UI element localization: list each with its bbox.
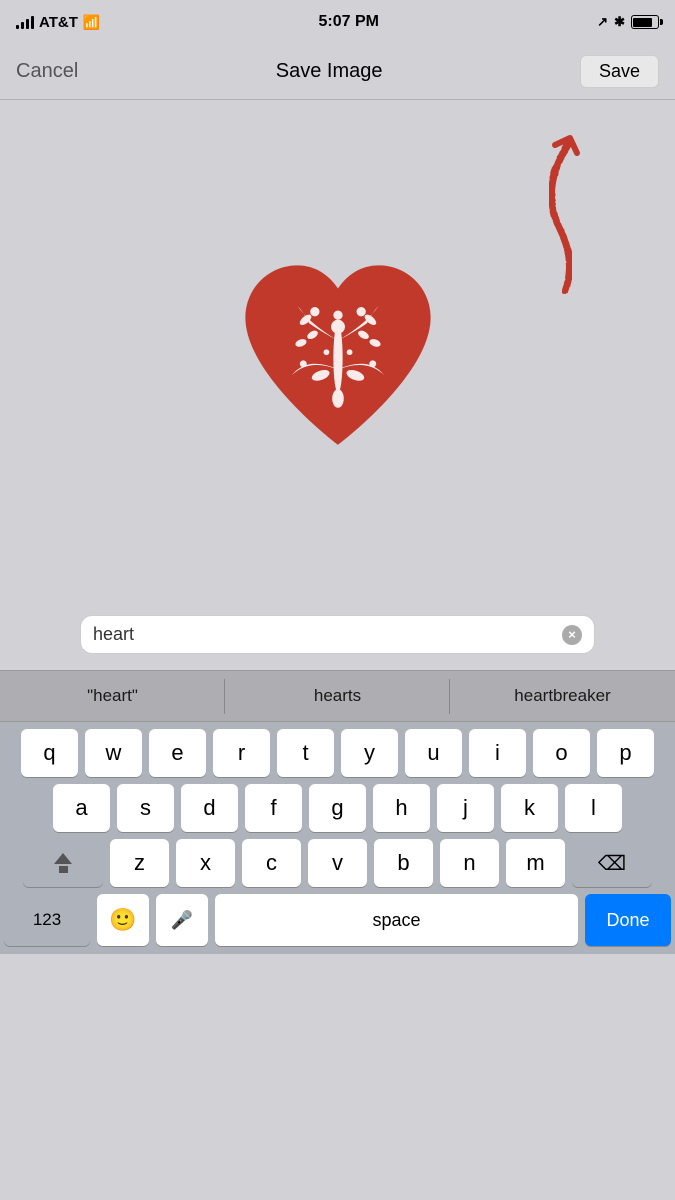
key-v[interactable]: v bbox=[308, 839, 367, 887]
key-w[interactable]: w bbox=[85, 729, 142, 777]
main-content: heart × bbox=[0, 100, 675, 670]
mic-icon: 🎤 bbox=[171, 910, 193, 931]
done-key[interactable]: Done bbox=[585, 894, 671, 946]
key-x[interactable]: x bbox=[176, 839, 235, 887]
key-b[interactable]: b bbox=[374, 839, 433, 887]
key-l[interactable]: l bbox=[565, 784, 622, 832]
suggestion-hearts-label: hearts bbox=[314, 686, 361, 706]
key-q[interactable]: q bbox=[21, 729, 78, 777]
key-h[interactable]: h bbox=[373, 784, 430, 832]
key-y[interactable]: y bbox=[341, 729, 398, 777]
shift-rect bbox=[59, 866, 68, 873]
done-label: Done bbox=[606, 910, 649, 931]
emoji-key[interactable]: 🙂 bbox=[97, 894, 149, 946]
signal-icon bbox=[16, 16, 34, 29]
shift-key[interactable] bbox=[23, 839, 103, 887]
nav-bar: Cancel Save Image Save bbox=[0, 44, 675, 100]
key-f[interactable]: f bbox=[245, 784, 302, 832]
key-j[interactable]: j bbox=[437, 784, 494, 832]
suggestion-heartbreaker[interactable]: heartbreaker bbox=[450, 671, 675, 721]
key-z[interactable]: z bbox=[110, 839, 169, 887]
suggestion-exact-label: "heart" bbox=[87, 686, 138, 706]
heart-image bbox=[218, 248, 458, 468]
bluetooth-icon: ✱ bbox=[614, 14, 625, 30]
cancel-button[interactable]: Cancel bbox=[16, 60, 78, 83]
key-e[interactable]: e bbox=[149, 729, 206, 777]
key-t[interactable]: t bbox=[277, 729, 334, 777]
save-button[interactable]: Save bbox=[580, 55, 659, 88]
battery-icon bbox=[631, 15, 659, 29]
status-bar: AT&T 📶 5:07 PM ↗ ✱ bbox=[0, 0, 675, 44]
delete-icon: ⌫ bbox=[598, 851, 626, 876]
numbers-label: 123 bbox=[33, 910, 61, 930]
key-d[interactable]: d bbox=[181, 784, 238, 832]
suggestion-exact[interactable]: "heart" bbox=[0, 671, 225, 721]
key-r[interactable]: r bbox=[213, 729, 270, 777]
key-g[interactable]: g bbox=[309, 784, 366, 832]
mic-key[interactable]: 🎤 bbox=[156, 894, 208, 946]
shift-icon bbox=[54, 853, 72, 864]
key-n[interactable]: n bbox=[440, 839, 499, 887]
space-label: space bbox=[372, 910, 420, 931]
search-input[interactable]: heart bbox=[93, 624, 554, 645]
suggestions-row: "heart" hearts heartbreaker bbox=[0, 670, 675, 722]
location-icon: ↗ bbox=[597, 14, 608, 30]
page-title: Save Image bbox=[276, 60, 383, 83]
keyboard-row-2: a s d f g h j k l bbox=[0, 777, 675, 832]
carrier-label: AT&T bbox=[39, 14, 78, 31]
wifi-icon: 📶 bbox=[83, 14, 100, 31]
image-area bbox=[0, 100, 675, 615]
suggestion-hearts[interactable]: hearts bbox=[225, 671, 450, 721]
key-c[interactable]: c bbox=[242, 839, 301, 887]
key-p[interactable]: p bbox=[597, 729, 654, 777]
delete-key[interactable]: ⌫ bbox=[572, 839, 652, 887]
search-clear-button[interactable]: × bbox=[562, 625, 582, 645]
key-i[interactable]: i bbox=[469, 729, 526, 777]
space-key[interactable]: space bbox=[215, 894, 578, 946]
suggestion-heartbreaker-label: heartbreaker bbox=[514, 686, 610, 706]
keyboard-row-3: z x c v b n m ⌫ bbox=[0, 832, 675, 887]
keyboard: q w e r t y u i o p a s d f g h j k l z … bbox=[0, 722, 675, 954]
status-time: 5:07 PM bbox=[319, 13, 379, 31]
key-m[interactable]: m bbox=[506, 839, 565, 887]
annotation-arrow bbox=[475, 120, 615, 300]
clear-icon: × bbox=[568, 627, 576, 642]
search-bar[interactable]: heart × bbox=[80, 615, 595, 654]
status-left: AT&T 📶 bbox=[16, 14, 100, 31]
search-bar-container: heart × bbox=[0, 615, 675, 670]
keyboard-row-1: q w e r t y u i o p bbox=[0, 722, 675, 777]
key-u[interactable]: u bbox=[405, 729, 462, 777]
key-s[interactable]: s bbox=[117, 784, 174, 832]
keyboard-row-4: 123 🙂 🎤 space Done bbox=[0, 887, 675, 954]
numbers-key[interactable]: 123 bbox=[4, 894, 90, 946]
emoji-icon: 🙂 bbox=[109, 907, 136, 933]
key-o[interactable]: o bbox=[533, 729, 590, 777]
key-k[interactable]: k bbox=[501, 784, 558, 832]
key-a[interactable]: a bbox=[53, 784, 110, 832]
status-right: ↗ ✱ bbox=[597, 14, 659, 30]
